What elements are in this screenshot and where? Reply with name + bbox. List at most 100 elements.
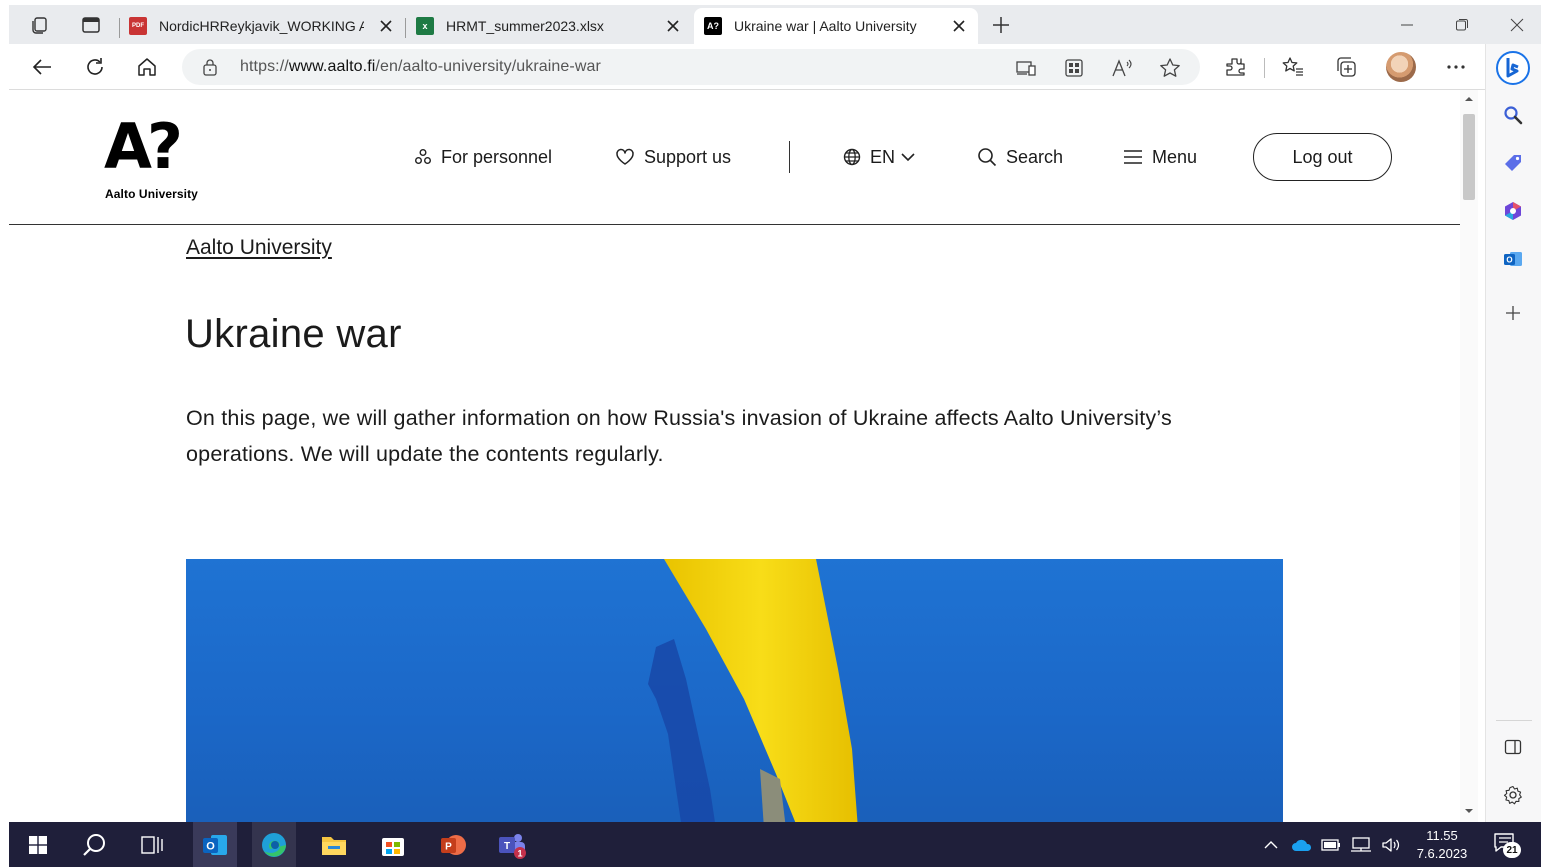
app-available-icon[interactable] — [1015, 57, 1037, 79]
aalto-favicon: A? — [704, 17, 722, 35]
qr-code-icon[interactable] — [1063, 57, 1085, 79]
hide-sidebar-icon[interactable] — [1500, 734, 1526, 760]
volume-icon[interactable] — [1381, 836, 1401, 854]
collections-icon[interactable] — [1333, 54, 1359, 80]
new-tab-icon[interactable] — [989, 13, 1013, 37]
close-icon[interactable] — [664, 17, 682, 35]
excel-icon: x — [416, 17, 434, 35]
close-window-icon[interactable] — [1503, 11, 1531, 39]
svg-text:P: P — [445, 842, 452, 853]
toolbar-separator — [1264, 58, 1265, 78]
notification-count-badge: 21 — [1503, 842, 1521, 858]
start-windows-icon[interactable] — [23, 830, 53, 860]
file-explorer-icon[interactable] — [319, 830, 349, 860]
back-icon[interactable] — [29, 54, 55, 80]
menu-label: Menu — [1152, 146, 1198, 167]
system-clock[interactable]: 11.55 7.6.2023 — [1411, 827, 1473, 863]
search-button[interactable]: Search — [977, 143, 1063, 171]
settings-gear-icon[interactable] — [1500, 782, 1526, 808]
edge-taskbar-icon[interactable] — [259, 830, 289, 860]
profile-avatar[interactable] — [1386, 52, 1416, 82]
favorites-icon[interactable] — [1280, 54, 1306, 80]
close-icon[interactable] — [950, 17, 968, 35]
for-personnel-label: For personnel — [441, 146, 553, 167]
browser-tab-strip: PDF NordicHRReykjavik_WORKING AI x HRMT_… — [9, 5, 1541, 44]
refresh-icon[interactable] — [82, 54, 108, 80]
network-icon[interactable] — [1350, 836, 1372, 854]
shopping-tag-icon[interactable] — [1500, 150, 1526, 176]
tab-actions-icon[interactable] — [79, 13, 103, 37]
aalto-logo[interactable]: A? — [104, 116, 183, 178]
address-bar[interactable]: https://www.aalto.fi/en/aalto-university… — [182, 49, 1200, 85]
language-selector[interactable]: EN — [843, 143, 916, 171]
clock-date: 7.6.2023 — [1416, 846, 1468, 861]
site-header: A? Aalto University For personnel Suppor… — [9, 90, 1460, 225]
outlook-taskbar-icon[interactable]: O — [200, 830, 230, 860]
tab-excel[interactable]: x HRMT_summer2023.xlsx — [416, 8, 692, 44]
support-us-label: Support us — [644, 146, 732, 167]
action-center-button[interactable]: 21 — [1493, 832, 1521, 858]
system-tray — [1263, 834, 1401, 856]
lead-paragraph: On this page, we will gather information… — [186, 406, 1172, 466]
heart-icon — [616, 148, 634, 165]
close-icon[interactable] — [377, 17, 395, 35]
chevron-down-icon — [901, 153, 915, 162]
browser-toolbar: https://www.aalto.fi/en/aalto-university… — [9, 44, 1541, 90]
people-icon — [415, 149, 431, 164]
logout-button[interactable]: Log out — [1253, 133, 1392, 181]
scroll-down-icon[interactable] — [1460, 804, 1478, 818]
task-view-icon[interactable] — [137, 830, 167, 860]
powerpoint-icon[interactable]: P — [438, 830, 468, 860]
sidebar-divider — [1496, 720, 1532, 721]
search-icon — [978, 148, 997, 167]
tab-pdf[interactable]: PDF NordicHRReykjavik_WORKING AI — [129, 8, 405, 44]
page-scrollbar[interactable] — [1460, 90, 1478, 822]
aalto-logo-text[interactable]: Aalto University — [105, 187, 198, 201]
tab-label: NordicHRReykjavik_WORKING AI — [159, 18, 364, 34]
tab-aalto-active[interactable]: A? Ukraine war | Aalto University — [694, 8, 978, 44]
workspaces-icon[interactable] — [28, 13, 52, 37]
page-viewport: A? Aalto University For personnel Suppor… — [9, 90, 1460, 822]
tab-separator — [119, 18, 120, 38]
svg-text:1: 1 — [517, 849, 522, 859]
tab-label: HRMT_summer2023.xlsx — [446, 18, 604, 34]
scroll-up-icon[interactable] — [1460, 92, 1478, 106]
extensions-icon[interactable] — [1222, 54, 1248, 80]
favorite-star-icon[interactable] — [1159, 57, 1181, 79]
restore-icon[interactable] — [1448, 11, 1476, 39]
tray-chevron-up-icon[interactable] — [1263, 839, 1279, 851]
language-label: EN — [870, 146, 896, 167]
office-icon[interactable] — [1500, 198, 1526, 224]
bing-chat-icon[interactable] — [1495, 50, 1531, 86]
support-us-link[interactable]: Support us — [615, 143, 731, 171]
outlook-sidebar-icon[interactable]: O — [1500, 246, 1526, 272]
search-icon[interactable] — [1500, 102, 1526, 128]
header-divider — [789, 141, 790, 173]
breadcrumb-link[interactable]: Aalto University — [186, 236, 332, 260]
lock-icon[interactable] — [202, 58, 218, 81]
microsoft-store-icon[interactable] — [378, 830, 408, 860]
onedrive-icon[interactable] — [1291, 838, 1313, 852]
teams-icon[interactable]: T1 — [497, 830, 527, 860]
more-options-icon[interactable] — [1443, 54, 1469, 80]
windows-taskbar: O P T1 11.55 7.6.2023 21 — [9, 822, 1541, 867]
scroll-thumb[interactable] — [1463, 114, 1475, 200]
battery-icon[interactable] — [1321, 838, 1341, 852]
hamburger-icon — [1124, 150, 1142, 164]
for-personnel-link[interactable]: For personnel — [414, 143, 552, 171]
read-aloud-icon[interactable] — [1111, 57, 1133, 79]
home-icon[interactable] — [134, 54, 160, 80]
menu-button[interactable]: Menu — [1123, 143, 1197, 171]
minimize-icon[interactable] — [1393, 11, 1421, 39]
pdf-icon: PDF — [129, 17, 147, 35]
add-sidebar-icon[interactable] — [1500, 300, 1526, 326]
taskbar-search-icon[interactable] — [80, 830, 110, 860]
search-label: Search — [1006, 146, 1064, 167]
url-text[interactable]: https://www.aalto.fi/en/aalto-university… — [240, 58, 601, 76]
tab-label: Ukraine war | Aalto University — [734, 18, 917, 34]
svg-text:O: O — [1506, 256, 1512, 265]
svg-text:T: T — [504, 841, 510, 852]
globe-icon — [843, 148, 861, 166]
svg-text:O: O — [206, 841, 215, 853]
clock-time: 11.55 — [1426, 828, 1458, 843]
